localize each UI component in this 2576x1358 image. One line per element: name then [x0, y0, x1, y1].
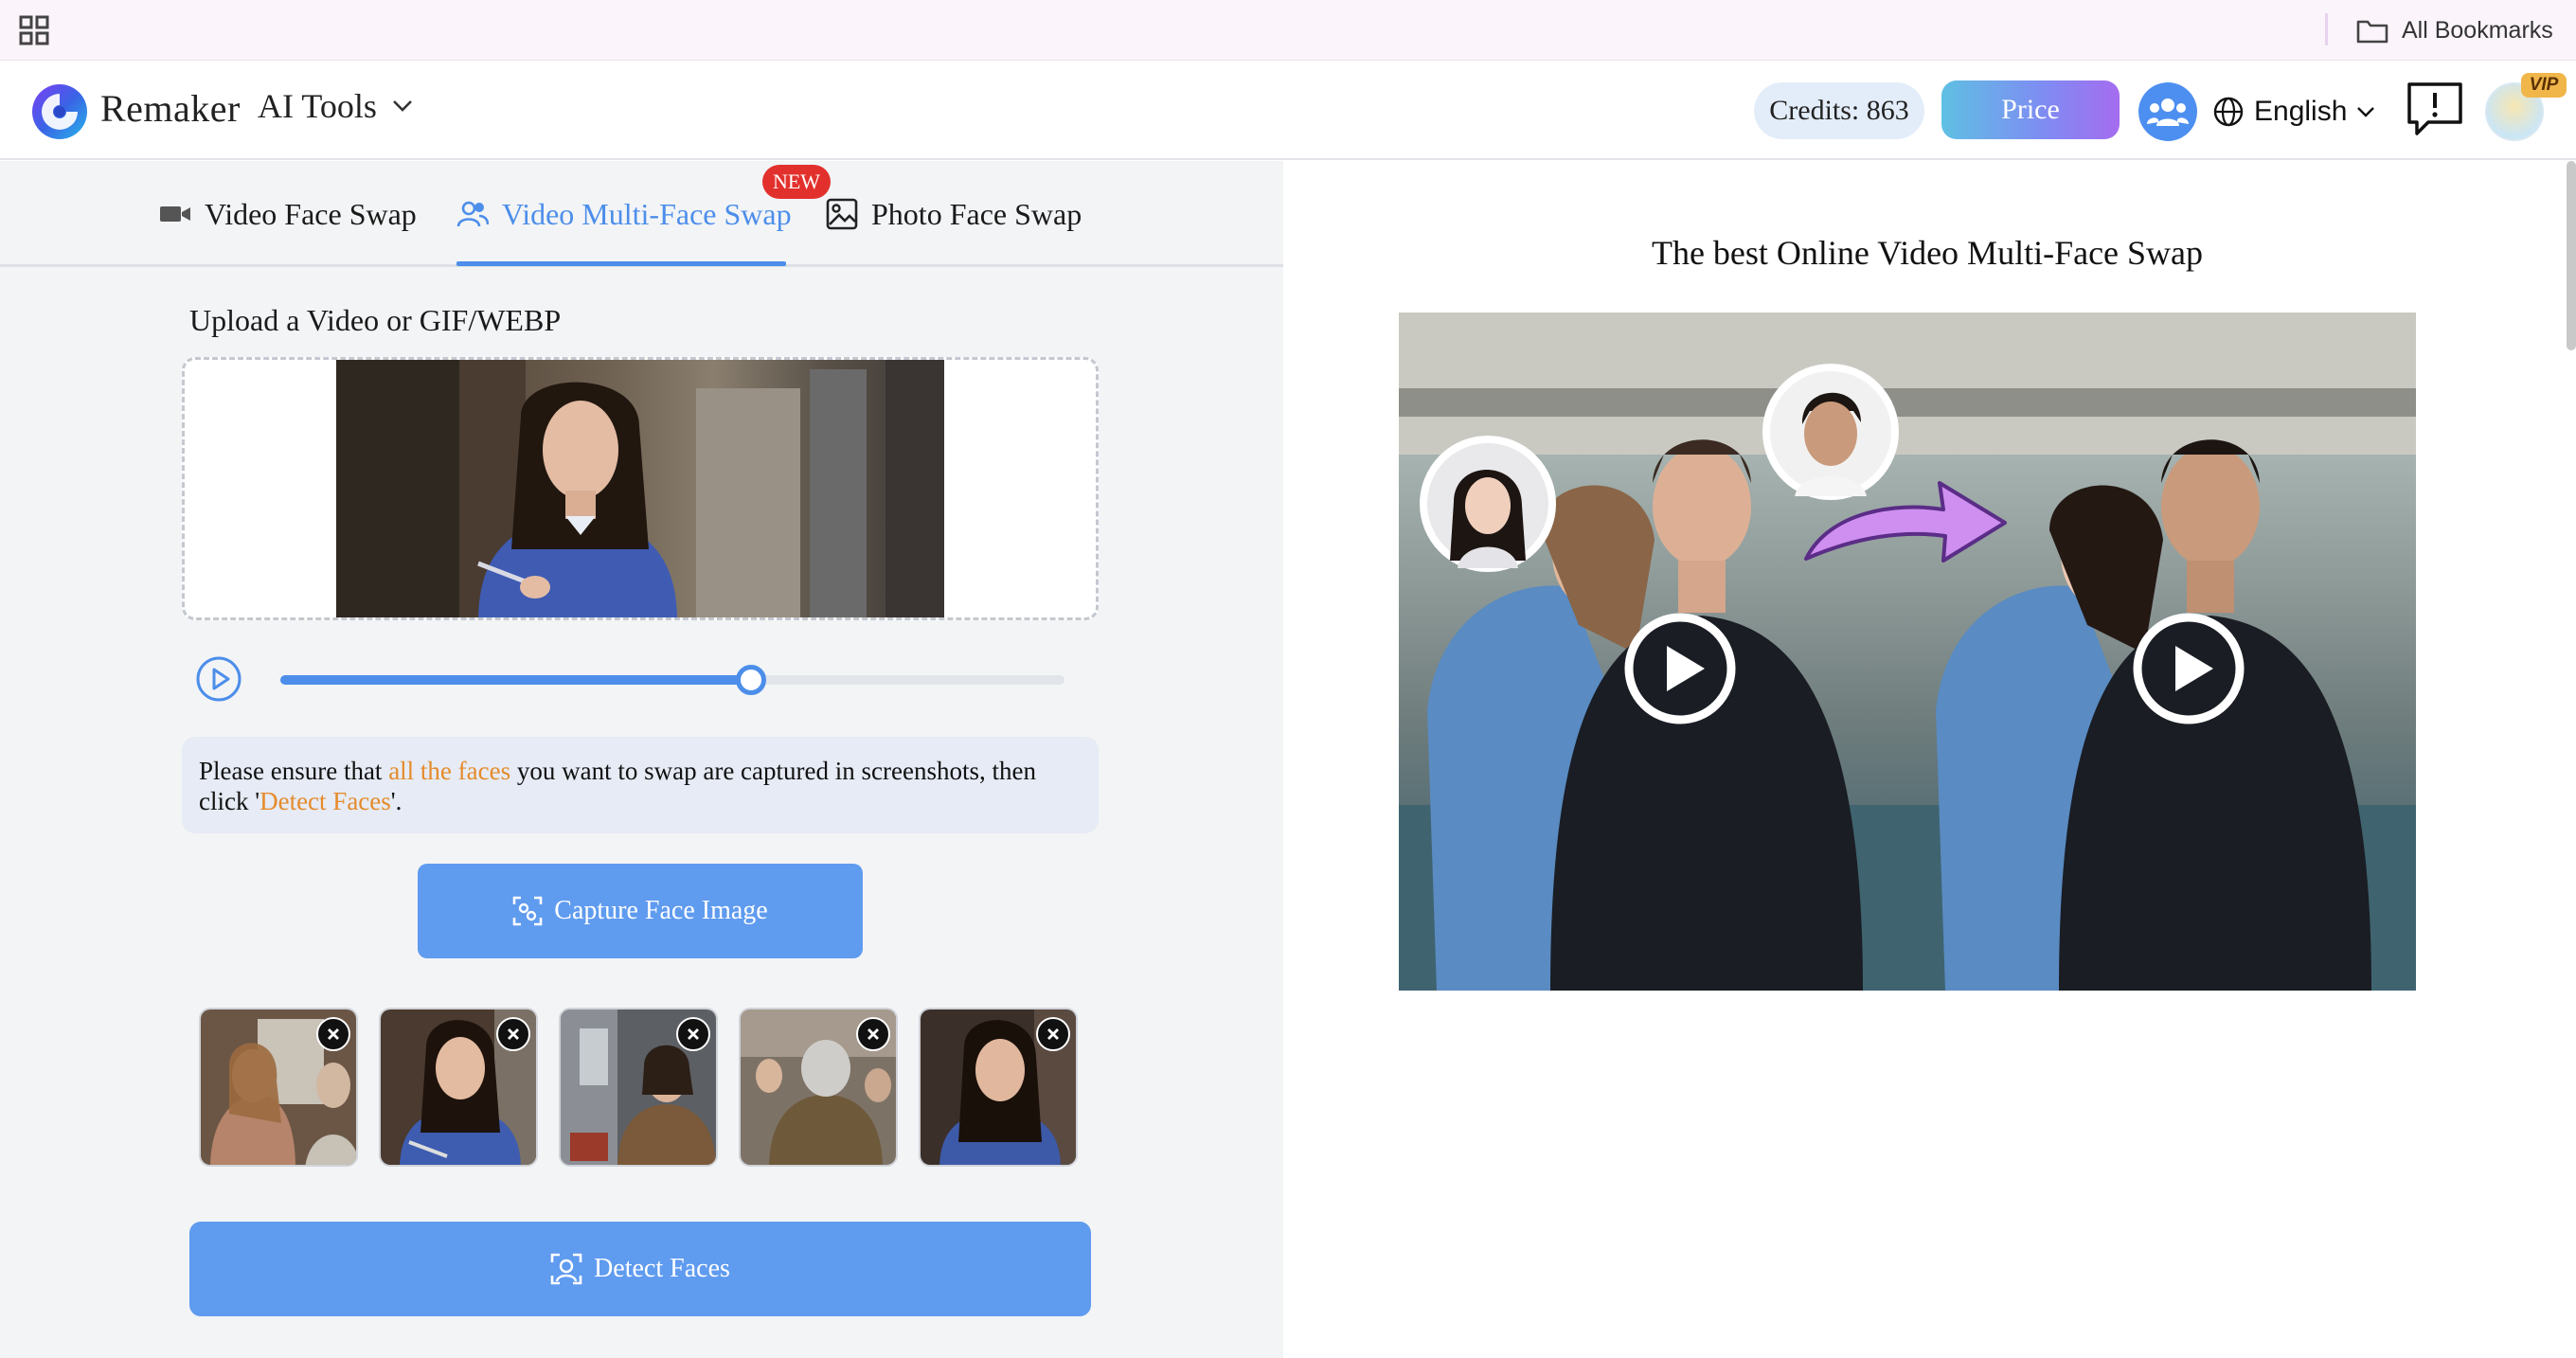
- timeline-progress: [280, 675, 751, 685]
- demo-video-comparison[interactable]: [1399, 313, 2416, 991]
- face-capture-icon: [512, 896, 543, 926]
- remove-thumbnail-button[interactable]: [1036, 1017, 1070, 1051]
- site-header: Remaker AI Tools Credits: 863 Price Engl…: [0, 62, 2576, 160]
- notice-text-1: Please ensure that: [199, 757, 389, 785]
- apps-grid-icon[interactable]: [17, 13, 51, 47]
- captured-face-thumbnail[interactable]: [919, 1008, 1078, 1167]
- demo-title: The best Online Video Multi-Face Swap: [1651, 234, 2204, 272]
- video-preview: [336, 360, 944, 617]
- tab-photo-face-swap[interactable]: Photo Face Swap: [826, 189, 1082, 239]
- remove-thumbnail-button[interactable]: [676, 1017, 710, 1051]
- demo-swapped-video[interactable]: [1907, 313, 2416, 991]
- close-icon: [688, 1028, 699, 1040]
- capture-face-image-button[interactable]: Capture Face Image: [418, 864, 863, 958]
- notice-text-3: '.: [390, 787, 402, 815]
- notice-highlight-all-faces: all the faces: [388, 757, 511, 785]
- captured-face-thumbnail[interactable]: [559, 1008, 718, 1167]
- vip-badge: VIP: [2521, 73, 2567, 98]
- video-camera-icon: [160, 206, 190, 222]
- captured-face-thumbnail[interactable]: [739, 1008, 898, 1167]
- instructions-notice: Please ensure that all the faces you wan…: [182, 737, 1099, 833]
- video-preview-image: [336, 360, 944, 617]
- face-scan-icon: [550, 1253, 582, 1285]
- capture-button-label: Capture Face Image: [554, 896, 768, 925]
- source-face-female: [1420, 436, 1556, 572]
- folder-icon: [2356, 20, 2388, 44]
- play-circle-icon[interactable]: [1621, 610, 1739, 727]
- active-tab-indicator: [456, 261, 786, 266]
- captured-faces-list: [199, 1008, 1108, 1167]
- notice-highlight-detect-faces: Detect Faces: [259, 787, 391, 815]
- tab-video-multi-face-swap[interactable]: Video Multi-Face Swap: [456, 189, 792, 239]
- price-button[interactable]: Price: [1941, 80, 2120, 139]
- play-button-icon[interactable]: [195, 655, 242, 703]
- users-icon: [456, 201, 489, 227]
- credits-badge[interactable]: Credits: 863: [1754, 82, 1924, 139]
- close-icon: [1047, 1028, 1059, 1040]
- community-button[interactable]: [2138, 82, 2197, 141]
- close-icon: [328, 1028, 339, 1040]
- ai-tools-menu[interactable]: AI Tools: [258, 86, 413, 126]
- tab-label: Video Multi-Face Swap: [502, 196, 792, 231]
- play-circle-icon[interactable]: [2130, 610, 2247, 727]
- timeline-handle[interactable]: [735, 665, 766, 695]
- all-bookmarks-button[interactable]: All Bookmarks: [2356, 11, 2553, 49]
- captured-face-thumbnail[interactable]: [199, 1008, 358, 1167]
- upload-label: Upload a Video or GIF/WEBP: [189, 303, 562, 337]
- tab-label: Photo Face Swap: [871, 196, 1082, 231]
- brand-name[interactable]: Remaker: [100, 86, 241, 131]
- remove-thumbnail-button[interactable]: [316, 1017, 350, 1051]
- detect-faces-button[interactable]: Detect Faces: [189, 1222, 1091, 1316]
- bookmarks-bar: All Bookmarks: [0, 0, 2576, 61]
- chevron-down-icon: [392, 100, 412, 112]
- new-badge: NEW: [762, 165, 831, 199]
- users-group-icon: [2147, 98, 2189, 126]
- image-icon: [826, 198, 858, 230]
- demo-panel: The best Online Video Multi-Face Swap: [1283, 161, 2576, 1358]
- chevron-down-icon: [2357, 107, 2375, 117]
- bookmarks-divider: [2325, 13, 2328, 45]
- swap-arrow-icon: [1804, 481, 2007, 563]
- video-upload-dropzone[interactable]: [182, 357, 1099, 620]
- all-bookmarks-label: All Bookmarks: [2402, 16, 2553, 44]
- tool-panel: Video Face Swap Video Multi-Face Swap Ph…: [0, 161, 1283, 1358]
- page-scrollbar[interactable]: [2567, 161, 2576, 350]
- captured-face-thumbnail[interactable]: [379, 1008, 538, 1167]
- remaker-logo-icon[interactable]: [30, 82, 89, 141]
- close-icon: [508, 1028, 519, 1040]
- detect-button-label: Detect Faces: [594, 1254, 730, 1283]
- language-selector[interactable]: English: [2212, 86, 2375, 137]
- close-icon: [868, 1028, 879, 1040]
- tool-tabs: Video Face Swap Video Multi-Face Swap Ph…: [0, 161, 1283, 267]
- globe-icon: [2213, 97, 2244, 127]
- demo-original-video[interactable]: [1399, 313, 1907, 991]
- remove-thumbnail-button[interactable]: [496, 1017, 530, 1051]
- tab-label: Video Face Swap: [205, 196, 417, 231]
- feedback-icon[interactable]: [2406, 80, 2464, 139]
- ai-tools-label: AI Tools: [258, 87, 377, 125]
- tab-video-face-swap[interactable]: Video Face Swap: [159, 189, 417, 239]
- remove-thumbnail-button[interactable]: [856, 1017, 890, 1051]
- video-timeline-slider[interactable]: [280, 665, 1064, 695]
- language-label: English: [2254, 96, 2348, 127]
